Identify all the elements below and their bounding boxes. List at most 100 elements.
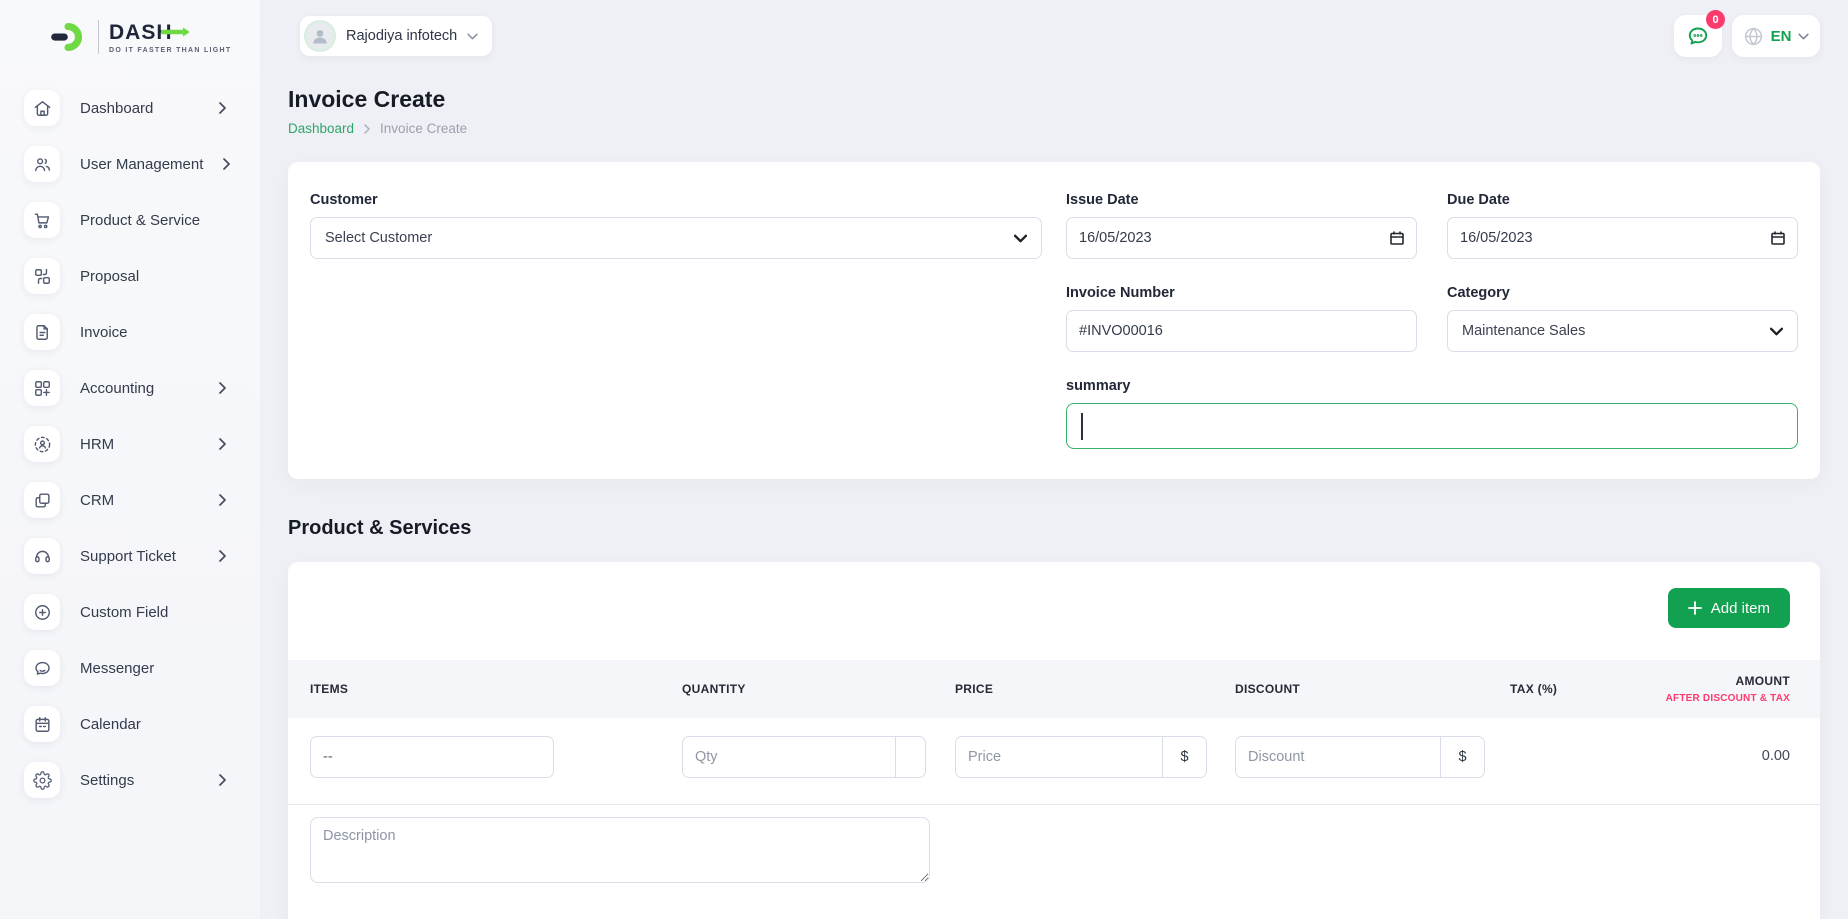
sidebar-item-label: Product & Service (80, 212, 200, 229)
summary-textarea[interactable] (1066, 403, 1798, 449)
chevron-right-icon (219, 774, 226, 786)
invoice-number-input[interactable] (1066, 310, 1417, 352)
summary-label: summary (1066, 378, 1798, 394)
sidebar-item-label: Proposal (80, 268, 139, 285)
hrm-icon (24, 426, 60, 462)
sidebar-item-label: Support Ticket (80, 548, 176, 565)
customer-select[interactable]: Select Customer (310, 217, 1042, 259)
breadcrumb-dashboard-link[interactable]: Dashboard (288, 121, 354, 136)
col-header-amount: AMOUNT AFTER DISCOUNT & TAX (1660, 672, 1790, 706)
sidebar-item-dashboard[interactable]: Dashboard (0, 80, 260, 136)
accounting-icon (24, 370, 60, 406)
quantity-input-group (682, 736, 926, 778)
message-icon (1686, 24, 1710, 48)
chat-bubble-icon (24, 650, 60, 686)
chevron-right-icon (219, 438, 226, 450)
cart-icon (24, 202, 60, 238)
sidebar-item-crm[interactable]: CRM (0, 472, 260, 528)
chevron-right-icon (223, 158, 230, 170)
invoice-form-card: Customer Select Customer Issue Date (288, 162, 1820, 479)
issue-date-label: Issue Date (1066, 192, 1417, 208)
sidebar-item-label: CRM (80, 492, 114, 509)
calendar-icon (24, 706, 60, 742)
chevron-right-icon (219, 494, 226, 506)
crm-icon (24, 482, 60, 518)
chevron-down-icon (1770, 327, 1783, 336)
language-selector[interactable]: EN (1732, 15, 1820, 57)
category-label: Category (1447, 285, 1798, 301)
sidebar-item-user-management[interactable]: User Management (0, 136, 260, 192)
globe-icon (1743, 26, 1764, 47)
users-icon (24, 146, 60, 182)
plus-icon (1688, 601, 1702, 615)
gear-icon (24, 762, 60, 798)
invoice-number-label: Invoice Number (1066, 285, 1417, 301)
sidebar-item-proposal[interactable]: Proposal (0, 248, 260, 304)
sidebar-menu: Dashboard User Management Product & Serv… (0, 80, 260, 808)
sidebar-item-accounting[interactable]: Accounting (0, 360, 260, 416)
sidebar-item-label: Invoice (80, 324, 128, 341)
col-header-tax: TAX (%) (1510, 682, 1660, 696)
amount-subheader: AFTER DISCOUNT & TAX (1660, 691, 1790, 707)
sidebar-item-custom-field[interactable]: Custom Field (0, 584, 260, 640)
price-input[interactable] (956, 737, 1162, 777)
sidebar-item-calendar[interactable]: Calendar (0, 696, 260, 752)
due-date-label: Due Date (1447, 192, 1798, 208)
col-header-discount: DISCOUNT (1235, 682, 1510, 696)
discount-input[interactable] (1236, 737, 1440, 777)
app-root: DASH DO IT FASTER THAN LIGHT Dashboard (0, 0, 1848, 919)
discount-currency: $ (1440, 737, 1484, 777)
col-header-items: ITEMS (310, 682, 682, 696)
due-date-input[interactable] (1447, 217, 1798, 259)
item-row: -- $ (288, 718, 1820, 805)
text-caret (1081, 413, 1083, 440)
category-select[interactable]: Maintenance Sales (1447, 310, 1798, 352)
issue-date-input[interactable] (1066, 217, 1417, 259)
notifications-button[interactable]: 0 (1674, 15, 1722, 57)
language-code: EN (1771, 28, 1792, 45)
sidebar: DASH DO IT FASTER THAN LIGHT Dashboard (0, 0, 260, 919)
workspace-selector[interactable]: Rajodiya infotech (300, 16, 492, 56)
headphones-icon (24, 538, 60, 574)
discount-input-group: $ (1235, 736, 1485, 778)
add-item-button[interactable]: Add item (1668, 588, 1790, 628)
sidebar-item-label: Dashboard (80, 100, 153, 117)
customer-select-value: Select Customer (325, 230, 432, 246)
chevron-right-icon (219, 382, 226, 394)
chevron-down-icon (1014, 234, 1027, 243)
products-section-title: Product & Services (288, 517, 1820, 540)
sidebar-item-label: Messenger (80, 660, 154, 677)
workspace-avatar (304, 20, 336, 52)
table-header-row: ITEMS QUANTITY PRICE DISCOUNT TAX (%) AM… (288, 660, 1820, 718)
sidebar-item-invoice[interactable]: Invoice (0, 304, 260, 360)
sidebar-item-settings[interactable]: Settings (0, 752, 260, 808)
chevron-right-icon (219, 550, 226, 562)
breadcrumb: Dashboard Invoice Create (288, 121, 1820, 136)
plus-circle-icon (24, 594, 60, 630)
home-icon (24, 90, 60, 126)
chevron-down-icon (1798, 33, 1809, 40)
sidebar-item-hrm[interactable]: HRM (0, 416, 260, 472)
breadcrumb-current: Invoice Create (380, 121, 467, 136)
logo-divider (98, 20, 99, 54)
customer-label: Customer (310, 192, 1042, 208)
sidebar-item-messenger[interactable]: Messenger (0, 640, 260, 696)
sidebar-item-label: HRM (80, 436, 114, 453)
price-input-group: $ (955, 736, 1207, 778)
sidebar-item-product-service[interactable]: Product & Service (0, 192, 260, 248)
col-header-quantity: QUANTITY (682, 682, 955, 696)
quantity-unit-box (895, 737, 925, 777)
sidebar-item-label: Accounting (80, 380, 154, 397)
sidebar-item-support-ticket[interactable]: Support Ticket (0, 528, 260, 584)
chevron-right-icon (364, 124, 370, 134)
category-select-value: Maintenance Sales (1462, 323, 1585, 339)
description-textarea[interactable] (310, 817, 930, 883)
chevron-down-icon (467, 33, 478, 40)
notification-badge: 0 (1706, 10, 1725, 29)
invoice-document-icon (24, 314, 60, 350)
item-select[interactable]: -- (310, 736, 554, 778)
proposal-icon (24, 258, 60, 294)
brand-logo[interactable]: DASH DO IT FASTER THAN LIGHT (0, 0, 260, 54)
workspace-name: Rajodiya infotech (346, 28, 457, 44)
quantity-input[interactable] (683, 737, 895, 777)
